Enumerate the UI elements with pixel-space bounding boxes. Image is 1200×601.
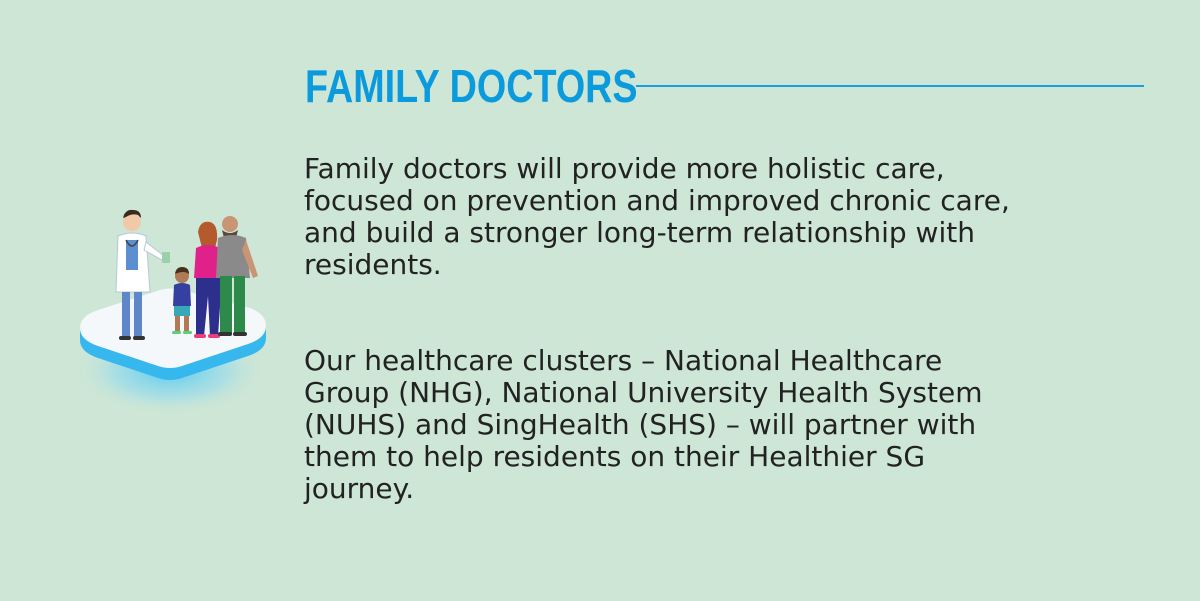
paragraph-line: residents. — [304, 248, 442, 281]
intro-paragraph: Family doctors will provide more holisti… — [304, 153, 1174, 281]
paragraph-line: journey. — [304, 472, 415, 505]
paragraph-line: Our healthcare clusters – National Healt… — [304, 344, 943, 377]
paragraph-line: Group (NHG), National University Health … — [304, 376, 983, 409]
paragraph-line: and build a stronger long-term relations… — [304, 216, 975, 249]
paragraph-line: (NUHS) and SingHealth (SHS) – will partn… — [304, 408, 977, 441]
paragraph-line: focused on prevention and improved chron… — [304, 184, 1010, 217]
paragraph-line: them to help residents on their Healthie… — [304, 440, 926, 473]
page-title: FAMILY DOCTORS — [305, 60, 638, 112]
paragraph-line: Family doctors will provide more holisti… — [304, 152, 945, 185]
title-divider — [636, 85, 1144, 87]
clusters-paragraph: Our healthcare clusters – National Healt… — [304, 345, 1174, 505]
doctor-with-family-icon — [70, 200, 280, 420]
